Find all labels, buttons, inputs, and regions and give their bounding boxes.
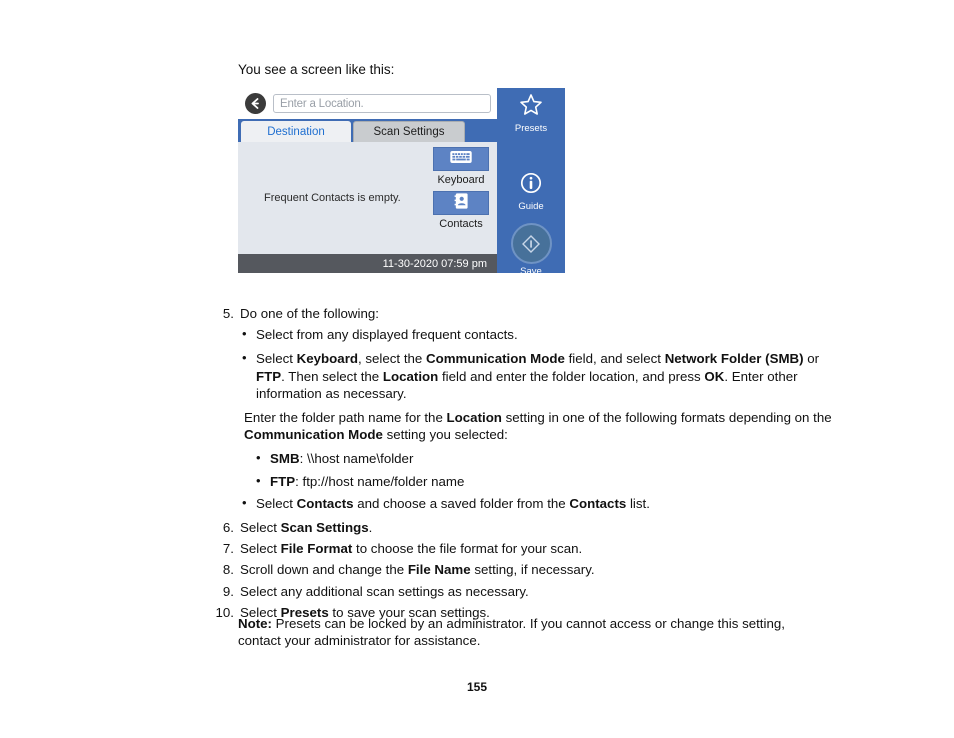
bullet-dot: • xyxy=(256,472,261,488)
bullet-dot: • xyxy=(242,494,247,510)
list-item: • Select from any displayed frequent con… xyxy=(240,326,832,343)
step-6: 6. Select Scan Settings. xyxy=(212,519,832,536)
bullet-dot: • xyxy=(256,450,261,466)
presets-label: Presets xyxy=(514,123,548,134)
step-8: 8. Scroll down and change the File Name … xyxy=(212,561,832,578)
back-arrow-icon[interactable] xyxy=(245,93,266,114)
lcd-tab-row: Destination Scan Settings xyxy=(238,119,497,142)
star-icon xyxy=(519,93,543,121)
step-9-text: Select any additional scan settings as n… xyxy=(240,583,529,599)
bullet-text: FTP: ftp://host name/folder name xyxy=(270,473,465,489)
status-datetime: 11-30-2020 07:59 pm xyxy=(382,257,487,270)
list-item: • SMB: \\host name\folder xyxy=(254,450,832,467)
lcd-action-buttons: Keyboard Contacts xyxy=(431,147,491,235)
location-input-placeholder: Enter a Location. xyxy=(280,97,364,110)
step-7-number: 7. xyxy=(222,541,234,557)
keyboard-button[interactable] xyxy=(433,147,489,171)
intro-text: You see a screen like this: xyxy=(238,62,395,77)
step-9-number: 9. xyxy=(222,583,234,599)
tab-scan-settings[interactable]: Scan Settings xyxy=(353,121,465,142)
lcd-body: Frequent Contacts is empty. Keyboard Con… xyxy=(238,142,497,254)
list-item: • Select Keyboard, select the Communicat… xyxy=(240,350,832,402)
info-icon xyxy=(520,172,542,199)
step-7-text: Select File Format to choose the file fo… xyxy=(240,541,583,557)
bullet-dot: • xyxy=(242,350,247,366)
step-6-number: 6. xyxy=(222,520,234,536)
page-number: 155 xyxy=(466,680,488,694)
step-8-number: 8. xyxy=(222,562,234,578)
step-5-trailing-bullets: • Select Contacts and choose a saved fol… xyxy=(240,495,832,512)
bullet-dot: • xyxy=(242,326,247,342)
guide-button[interactable]: Guide xyxy=(497,172,565,212)
instruction-steps: 5. Do one of the following: • Select fro… xyxy=(212,305,832,625)
guide-label: Guide xyxy=(518,201,544,212)
save-label: Save xyxy=(520,266,542,273)
step-5-bullets: • Select from any displayed frequent con… xyxy=(240,326,832,402)
bullet-text: SMB: \\host name\folder xyxy=(270,451,414,467)
printer-lcd-panel: Enter a Location. Destination Scan Setti… xyxy=(238,88,565,273)
keyboard-icon xyxy=(450,150,472,169)
contacts-button-label: Contacts xyxy=(439,218,483,230)
list-item: • FTP: ftp://host name/folder name xyxy=(254,473,832,490)
tab-destination[interactable]: Destination xyxy=(241,121,351,142)
bullet-text: Select Keyboard, select the Communicatio… xyxy=(256,351,820,401)
frequent-contacts-empty-message: Frequent Contacts is empty. xyxy=(264,192,401,204)
location-input[interactable]: Enter a Location. xyxy=(273,94,491,113)
step-10-number: 10. xyxy=(215,604,235,620)
bullet-text: Select from any displayed frequent conta… xyxy=(256,327,518,343)
lcd-status-bar: 11-30-2020 07:59 pm xyxy=(238,254,497,273)
step-9: 9. Select any additional scan settings a… xyxy=(212,583,832,600)
contacts-button[interactable] xyxy=(433,191,489,215)
note-block: Note: Presets can be locked by an admini… xyxy=(238,616,785,648)
save-start-button[interactable]: Save xyxy=(497,223,565,273)
contacts-book-icon xyxy=(454,192,468,214)
step-5-format-list: • SMB: \\host name\folder • FTP: ftp://h… xyxy=(240,450,832,489)
step-6-text: Select Scan Settings. xyxy=(240,520,373,536)
manual-page: You see a screen like this: Enter a Loca… xyxy=(0,0,954,738)
bullet-text: Select Contacts and choose a saved folde… xyxy=(256,495,650,511)
presets-button[interactable]: Presets xyxy=(497,93,565,134)
step-7: 7. Select File Format to choose the file… xyxy=(212,540,832,557)
list-item: • Select Contacts and choose a saved fol… xyxy=(240,495,832,512)
step-5: 5. Do one of the following: • Select fro… xyxy=(212,305,832,512)
step-5-number: 5. xyxy=(222,306,234,321)
lcd-top-bar: Enter a Location. xyxy=(238,88,497,119)
lcd-hardware-sidebar: Presets Guide Save xyxy=(497,88,565,273)
lcd-main-area: Enter a Location. Destination Scan Setti… xyxy=(238,88,497,273)
step-5-text: Do one of the following: xyxy=(240,306,379,321)
step-8-text: Scroll down and change the File Name set… xyxy=(240,562,595,578)
keyboard-button-label: Keyboard xyxy=(437,174,485,186)
start-diamond-icon xyxy=(510,223,552,264)
step-5-sub-paragraph: Enter the folder path name for the Locat… xyxy=(244,410,832,443)
